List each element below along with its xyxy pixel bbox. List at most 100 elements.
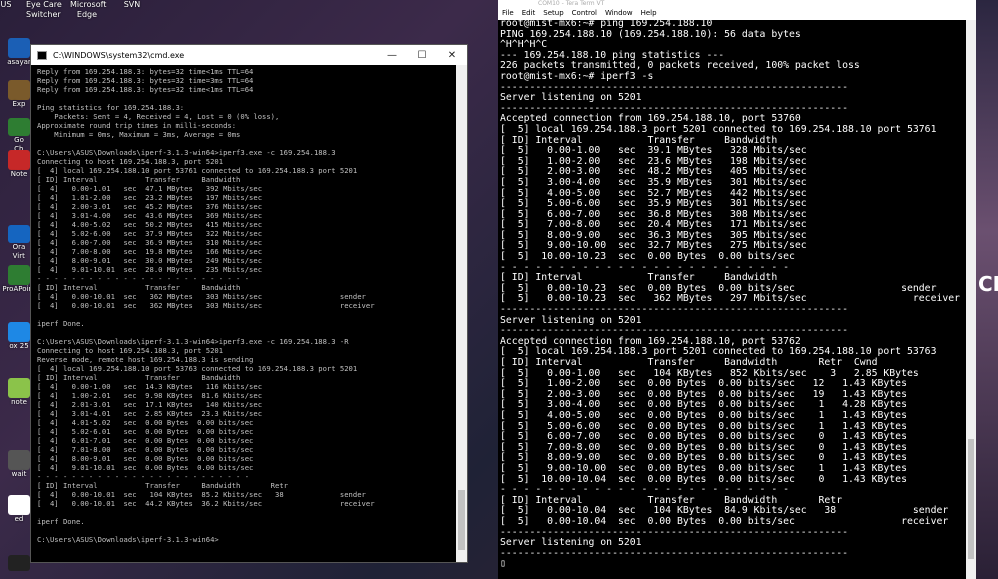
console-line: [ 4] 6.01-7.01 sec 0.00 Bytes 0.00 bits/… xyxy=(37,436,254,445)
chrome-icon xyxy=(8,118,30,136)
console-line: iperf Done. xyxy=(37,319,85,328)
console-line: Connecting to host 169.254.188.3, port 5… xyxy=(37,346,224,355)
console-line: root@mist-mx6:~# ping 169.254.188.10 xyxy=(500,19,713,29)
console-line: Ping statistics for 169.254.188.3: xyxy=(37,103,185,112)
console-line: [ 4] local 169.254.188.10 port 53761 con… xyxy=(37,166,358,175)
app-icon xyxy=(8,450,30,470)
scrollbar-thumb[interactable] xyxy=(968,439,974,559)
console-line: [ 4] 1.00-2.01 sec 9.98 KBytes 81.6 Kbit… xyxy=(37,391,263,400)
console-line: [ 5] 4.00-5.00 sec 0.00 Bytes 0.00 bits/… xyxy=(500,409,907,421)
cmd-window-title: C:\WINDOWS\system32\cmd.exe xyxy=(53,50,185,60)
console-line: [ 4] 9.01-10.01 sec 28.0 MBytes 235 Mbit… xyxy=(37,265,263,274)
console-line: C:\Users\ASUS\Downloads\iperf-3.1.3-win6… xyxy=(37,535,219,544)
terminal-scrollbar[interactable] xyxy=(966,20,976,579)
console-line: [ 4] 0.00-10.01 sec 362 MBytes 303 Mbits… xyxy=(37,301,375,310)
menu-control[interactable]: Control xyxy=(572,9,597,17)
console-line: ▯ xyxy=(500,558,506,570)
console-line: [ 5] 0.00-10.04 sec 0.00 Bytes 0.00 bits… xyxy=(500,515,949,527)
console-line: PING 169.254.188.10 (169.254.188.10): 56… xyxy=(500,28,801,40)
document-icon xyxy=(8,495,30,515)
console-line: Packets: Sent = 4, Received = 4, Lost = … xyxy=(37,112,280,121)
wallpaper-text-fragment: CI xyxy=(978,272,998,296)
terminal-window[interactable]: COM10 - Tera Term VT File Edit Setup Con… xyxy=(498,0,976,579)
console-line: [ 4] 6.00-7.00 sec 36.9 MBytes 310 Mbits… xyxy=(37,238,263,247)
console-line: C:\Users\ASUS\Downloads\iperf-3.1.3-win6… xyxy=(37,148,336,157)
console-line: [ 4] 4.00-5.02 sec 50.2 MBytes 415 Mbits… xyxy=(37,220,263,229)
console-line: [ 4] 8.00-9.01 sec 30.0 MBytes 249 Mbits… xyxy=(37,256,263,265)
terminal-output[interactable]: root@mist-mx6:~# ping 169.254.188.10 PING… xyxy=(500,19,964,579)
console-line: root@mist-mx6:~# iperf3 -s xyxy=(500,70,654,82)
menu-file[interactable]: File xyxy=(502,9,514,17)
close-button[interactable]: ✕ xyxy=(437,50,467,61)
console-line: Reply from 169.254.188.3: bytes=32 time<… xyxy=(37,67,254,76)
minimize-button[interactable]: — xyxy=(377,50,407,61)
cmd-window[interactable]: C:\WINDOWS\system32\cmd.exe — ☐ ✕ Reply … xyxy=(30,44,468,563)
app-icon xyxy=(8,150,30,170)
console-line: [ 5] 3.00-4.00 sec 35.9 MBytes 301 Mbits… xyxy=(500,176,807,188)
console-line: Connecting to host 169.254.188.3, port 5… xyxy=(37,157,224,166)
console-line: [ 4] 0.00-1.00 sec 14.3 KBytes 116 Kbits… xyxy=(37,382,263,391)
console-line: [ 5] 9.00-10.00 sec 0.00 Bytes 0.00 bits… xyxy=(500,462,907,474)
app-icon xyxy=(8,38,30,58)
app-icon xyxy=(8,555,30,571)
virtualbox-icon xyxy=(8,225,30,243)
app-icon xyxy=(8,265,30,285)
console-line: [ 4] 0.00-1.01 sec 47.1 MBytes 392 Mbits… xyxy=(37,184,263,193)
svn-shortcut[interactable]: SVN xyxy=(122,0,142,10)
menu-window[interactable]: Window xyxy=(605,9,633,17)
app-icon xyxy=(8,378,30,398)
console-line: C:\Users\ASUS\Downloads\iperf-3.1.3-win6… xyxy=(37,337,349,346)
console-line: [ 4] 0.00-10.01 sec 44.2 KBytes 36.2 Kbi… xyxy=(37,499,375,508)
console-line: [ 5] local 169.254.188.3 port 5201 conne… xyxy=(500,123,937,135)
console-line: [ ID] Interval Transfer Bandwidth xyxy=(37,283,241,292)
console-line: [ 4] 5.02-6.00 sec 37.9 MBytes 322 Mbits… xyxy=(37,229,263,238)
app-icon xyxy=(8,80,30,100)
console-line: [ 4] 8.00-9.01 sec 0.00 Bytes 0.00 bits/… xyxy=(37,454,254,463)
console-line: ----------------------------------------… xyxy=(500,547,848,559)
console-line: - - - - - - - - - - - - - - - - - - - - … xyxy=(37,274,250,283)
console-line: Reply from 169.254.188.3: bytes=32 time<… xyxy=(37,85,254,94)
dropbox-icon xyxy=(8,322,30,342)
console-line: [ 4] 3.01-4.00 sec 43.6 MBytes 369 Mbits… xyxy=(37,211,263,220)
console-line: [ 4] 9.01-10.01 sec 0.00 Bytes 0.00 bits… xyxy=(37,463,254,472)
menu-edit[interactable]: Edit xyxy=(522,9,536,17)
console-line: [ ID] Interval Transfer Bandwidth xyxy=(37,175,241,184)
console-line: [ ID] Interval Transfer Bandwidth Retr C… xyxy=(500,357,878,368)
cmd-scrollbar[interactable] xyxy=(456,65,467,562)
console-line: Reverse mode, remote host 169.254.188.3 … xyxy=(37,355,254,364)
console-line: [ 4] 3.01-4.01 sec 2.85 KBytes 23.3 Kbit… xyxy=(37,409,263,418)
console-line: iperf Done. xyxy=(37,517,85,526)
console-line: [ 4] 0.00-10.01 sec 362 MBytes 303 Mbits… xyxy=(37,292,366,301)
desktop-wallpaper-edge: CI xyxy=(976,0,998,579)
console-line: Reply from 169.254.188.3: bytes=32 time=… xyxy=(37,76,254,85)
console-line: [ 4] 1.01-2.00 sec 23.2 MBytes 197 Mbits… xyxy=(37,193,263,202)
console-line: [ ID] Interval Transfer Bandwidth xyxy=(37,373,241,382)
cmd-console-output[interactable]: Reply from 169.254.188.3: bytes=32 time<… xyxy=(37,67,453,562)
console-line: [ 4] 4.01-5.02 sec 0.00 Bytes 0.00 bits/… xyxy=(37,418,254,427)
microsoft-edge-shortcut[interactable]: Microsoft Edge xyxy=(70,0,106,20)
console-line: [ 4] 0.00-10.01 sec 104 KBytes 85.2 Kbit… xyxy=(37,490,366,499)
maximize-button[interactable]: ☐ xyxy=(407,50,437,61)
terminal-menubar: File Edit Setup Control Window Help xyxy=(498,6,976,20)
console-line: [ 4] 7.00-8.00 sec 19.8 MBytes 166 Mbits… xyxy=(37,247,263,256)
console-line: [ 4] 2.00-3.01 sec 45.2 MBytes 376 Mbits… xyxy=(37,202,263,211)
menu-setup[interactable]: Setup xyxy=(543,9,563,17)
menu-help[interactable]: Help xyxy=(641,9,657,17)
console-line: [ 4] local 169.254.188.10 port 53763 con… xyxy=(37,364,358,373)
console-line: [ ID] Interval Transfer Bandwidth Retr xyxy=(37,481,288,490)
console-line: [ 4] 7.01-8.00 sec 0.00 Bytes 0.00 bits/… xyxy=(37,445,254,454)
console-line: Approximate round trip times in milli-se… xyxy=(37,121,237,130)
console-line: Minimum = 0ms, Maximum = 3ms, Average = … xyxy=(37,130,241,139)
cmd-titlebar[interactable]: C:\WINDOWS\system32\cmd.exe — ☐ ✕ xyxy=(31,45,467,65)
console-line: - - - - - - - - - - - - - - - - - - - - … xyxy=(37,472,250,481)
console-icon xyxy=(37,50,47,60)
console-line: [ 4] 2.01-3.01 sec 17.1 KBytes 140 Kbits… xyxy=(37,400,263,409)
console-line: [ 4] 5.02-6.01 sec 0.00 Bytes 0.00 bits/… xyxy=(37,427,254,436)
scrollbar-thumb[interactable] xyxy=(458,490,465,550)
